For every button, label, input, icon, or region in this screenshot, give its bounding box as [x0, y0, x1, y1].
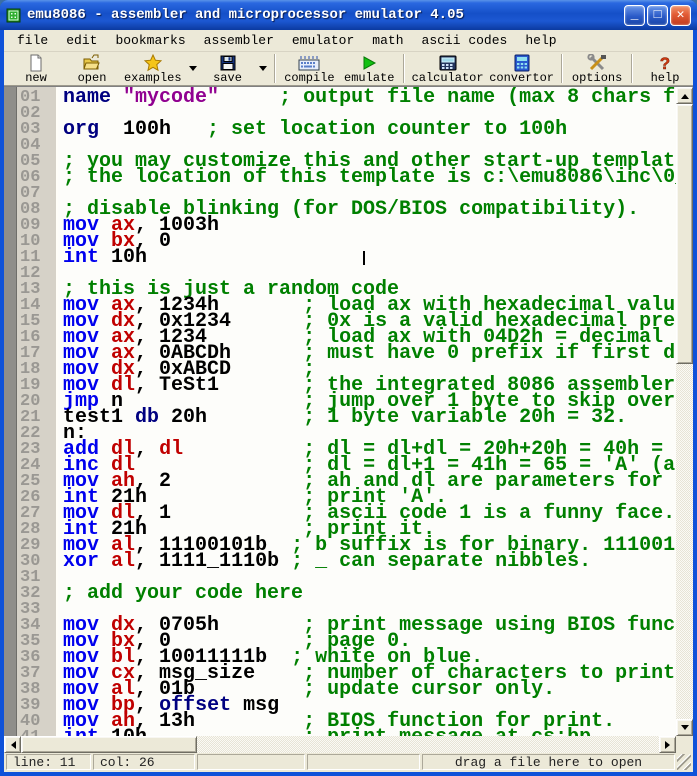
open-button[interactable]: open [64, 52, 120, 85]
menu-ascii-codes[interactable]: ascii codes [413, 31, 517, 50]
emulate-play-icon [360, 53, 378, 72]
compile-button-label: compile [284, 71, 335, 85]
save-button[interactable]: save [200, 52, 256, 85]
help-button[interactable]: ? help [637, 52, 693, 85]
options-tools-icon [587, 53, 607, 72]
maximize-button[interactable]: □ [647, 4, 668, 26]
menu-file[interactable]: file [8, 31, 57, 50]
scroll-up-button[interactable] [676, 87, 693, 104]
chevron-down-icon [188, 66, 197, 75]
status-drag-hint: drag a file here to open [422, 754, 675, 770]
menu-edit[interactable]: edit [57, 31, 106, 50]
arrow-left-icon [7, 740, 16, 749]
menu-assembler[interactable]: assembler [195, 31, 283, 50]
horizontal-scroll-thumb[interactable] [21, 736, 197, 753]
options-button-label: options [571, 71, 623, 85]
app-chip-icon [5, 7, 22, 24]
toolbar-separator [561, 54, 564, 83]
scroll-left-button[interactable] [4, 736, 21, 753]
menu-help[interactable]: help [516, 31, 565, 50]
arrow-down-icon [680, 724, 689, 734]
code-line-32: ; add your code here [63, 582, 304, 605]
new-file-icon [27, 53, 45, 72]
new-button-label: new [25, 71, 47, 85]
convertor-button[interactable]: convertor [486, 52, 557, 85]
chevron-down-icon [258, 66, 267, 75]
examples-star-icon [143, 53, 163, 72]
code-lines: name "mycode" ; output file name (max 8 … [63, 87, 676, 737]
code-line-21: test1 db 20h ; 1 byte variable 20h = 32. [63, 406, 628, 429]
menu-emulator[interactable]: emulator [283, 31, 363, 50]
compile-icon [298, 53, 320, 72]
code-line-41: int 10h ; print message at cs:bp. [63, 728, 676, 737]
emu8086-window: emu8086 - assembler and microprocessor e… [0, 0, 697, 776]
save-floppy-icon [219, 53, 237, 72]
status-bar: line: 11 col: 26 drag a file here to ope… [4, 753, 693, 772]
code-editor: 01 02 03 04 05 06 07 08 09 10 11 12 13 1… [4, 86, 693, 736]
convertor-button-label: convertor [489, 71, 554, 85]
status-panel-empty-2 [307, 754, 420, 770]
status-col-indicator: col: 26 [93, 754, 195, 770]
svg-text:?: ? [660, 54, 670, 72]
open-button-label: open [77, 71, 107, 85]
toolbar-separator [403, 54, 406, 83]
arrow-right-icon [664, 740, 674, 749]
toolbar-separator [631, 54, 633, 83]
convertor-icon [513, 53, 531, 72]
new-button[interactable]: new [8, 52, 64, 85]
compile-button[interactable]: compile [280, 52, 340, 85]
minimize-button[interactable]: _ [624, 4, 645, 26]
calculator-button-label: calculator [411, 71, 484, 85]
emulate-button[interactable]: emulate [339, 52, 399, 85]
status-line-indicator: line: 11 [6, 754, 91, 770]
horizontal-scroll-track[interactable] [197, 736, 659, 753]
toolbar-separator [273, 54, 276, 83]
toolbar: new open examples save compile emulate calcula… [4, 52, 693, 86]
help-question-icon: ? [657, 53, 673, 72]
text-caret [363, 251, 365, 265]
save-button-label: save [213, 71, 242, 85]
menu-math[interactable]: math [363, 31, 412, 50]
code-line-01: name "mycode" ; output file name (max 8 … [63, 87, 676, 109]
help-button-label: help [650, 71, 680, 85]
emulate-button-label: emulate [344, 71, 395, 85]
menu-bar: file edit bookmarks assembler emulator math as… [4, 30, 693, 52]
status-panel-empty-1 [197, 754, 305, 770]
code-line-30: xor al, 1111_1110b ; _ can separate nibb… [63, 550, 592, 573]
window-controls: _ □ ✕ [624, 4, 691, 26]
calculator-icon [438, 53, 458, 72]
code-text-area[interactable]: name "mycode" ; output file name (max 8 … [58, 87, 676, 736]
options-button[interactable]: options [567, 52, 627, 85]
code-line-06: ; the location of this template is c:\em… [63, 166, 676, 189]
scroll-right-button[interactable] [659, 736, 676, 753]
arrow-up-icon [680, 90, 689, 99]
resize-grip[interactable] [677, 754, 691, 770]
scroll-down-button[interactable] [676, 719, 693, 736]
title-bar: emu8086 - assembler and microprocessor e… [0, 0, 697, 30]
close-button[interactable]: ✕ [670, 4, 691, 26]
editor-margin-strip [4, 87, 17, 736]
save-dropdown-button[interactable] [256, 52, 270, 85]
horizontal-scrollbar[interactable] [4, 736, 676, 753]
window-title: emu8086 - assembler and microprocessor e… [27, 7, 464, 23]
scrollbar-corner [676, 736, 693, 753]
examples-button-label: examples [123, 71, 182, 85]
code-line-10: mov bx, 0 [63, 230, 172, 253]
calculator-button[interactable]: calculator [409, 52, 486, 85]
vertical-scroll-track[interactable] [676, 364, 693, 719]
vertical-scroll-thumb[interactable] [676, 104, 693, 364]
vertical-scrollbar[interactable] [676, 87, 693, 736]
menu-bookmarks[interactable]: bookmarks [106, 31, 194, 50]
code-line-03: org 100h ; set location counter to 100h [63, 118, 568, 141]
line-number-gutter: 01 02 03 04 05 06 07 08 09 10 11 12 13 1… [17, 87, 58, 736]
open-folder-icon [82, 53, 102, 72]
examples-dropdown-button[interactable] [186, 52, 200, 85]
examples-button[interactable]: examples [120, 52, 186, 85]
